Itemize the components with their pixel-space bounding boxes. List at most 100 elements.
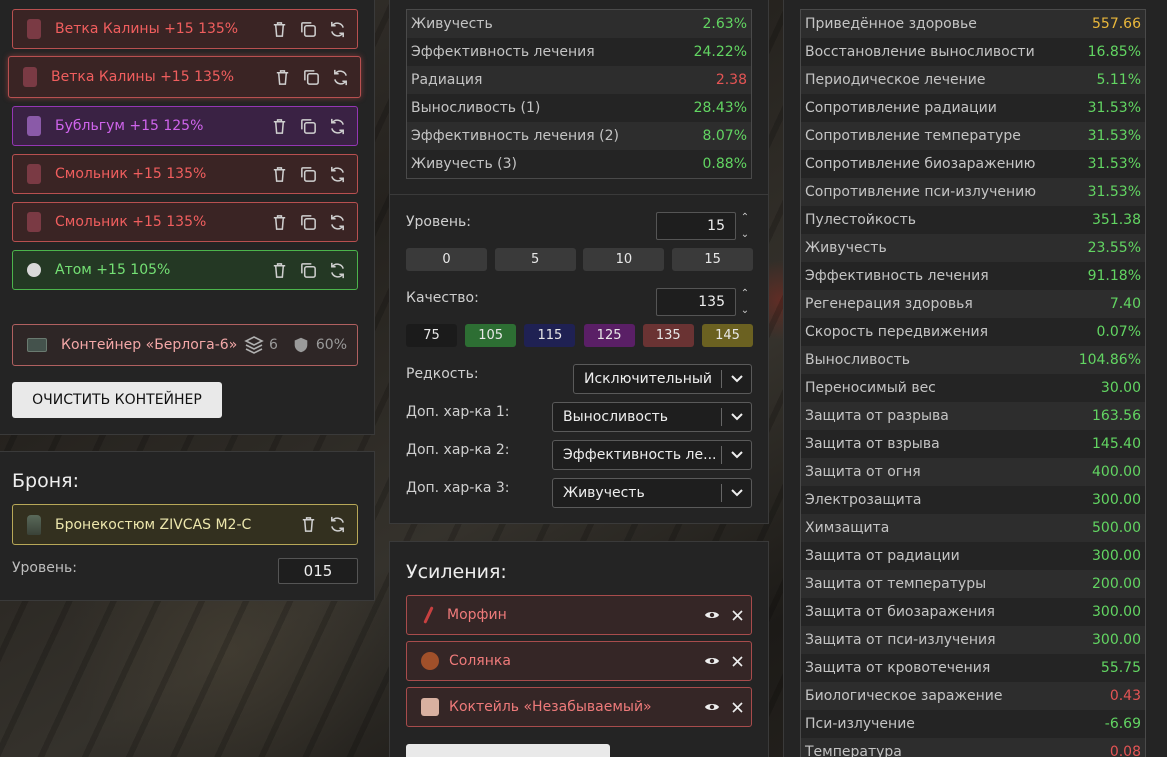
extra1-label: Доп. хар-ка 1: (406, 404, 510, 420)
boost-name: Коктейль «Незабываемый» (449, 699, 652, 715)
copy-icon[interactable] (299, 165, 318, 184)
copy-icon[interactable] (299, 117, 318, 136)
boost-name: Солянка (449, 653, 511, 669)
chevron-down-icon[interactable]: ⌄ (741, 229, 749, 240)
divider (389, 194, 769, 195)
layers-icon: 6 (244, 335, 278, 355)
artifact-name: Смольник +15 135% (55, 214, 207, 230)
refresh-icon[interactable] (328, 213, 347, 232)
trash-icon[interactable] (299, 515, 318, 534)
refresh-icon[interactable] (328, 165, 347, 184)
level-preset-button[interactable]: 15 (672, 248, 754, 271)
quality-preset-button[interactable]: 115 (524, 324, 576, 347)
stat-row: Электрозащита 300.00 (801, 486, 1145, 514)
boost-item[interactable]: Морфин (406, 595, 752, 635)
stat-name: Эффективность лечения (411, 44, 595, 60)
artifact-slot[interactable]: Ветка Калины +15 135% (12, 9, 358, 49)
artifact-slot[interactable]: Смольник +15 135% (12, 154, 358, 194)
level-input[interactable]: 15 (656, 212, 736, 240)
artifact-slot[interactable]: Атом +15 105% (12, 250, 358, 290)
rarity-select[interactable]: Исключительный (573, 364, 752, 394)
stat-name: Электрозащита (805, 492, 922, 508)
chevron-up-icon[interactable]: ⌃ (741, 288, 749, 299)
trash-icon[interactable] (273, 68, 292, 87)
stat-value: 24.22% (693, 44, 747, 60)
extra2-label: Доп. хар-ка 2: (406, 442, 510, 458)
artifact-slot[interactable]: Смольник +15 135% (12, 202, 358, 242)
quality-preset-button[interactable]: 75 (406, 324, 457, 347)
level-preset-button[interactable]: 5 (494, 248, 576, 271)
boost-icon (423, 606, 434, 624)
artifact-slot[interactable]: Ветка Калины +15 135% (8, 56, 361, 98)
stat-value: 31.53% (1087, 184, 1141, 200)
stat-row: Эффективность лечения 91.18% (801, 262, 1145, 290)
stat-value: 300.00 (1092, 632, 1141, 648)
trash-icon[interactable] (270, 261, 289, 280)
quality-preset-button[interactable]: 145 (702, 324, 753, 347)
trash-icon[interactable] (270, 20, 289, 39)
stat-value: 145.40 (1092, 436, 1141, 452)
stat-row: Приведённое здоровье 557.66 (801, 10, 1145, 38)
container-protection: 60% (315, 337, 347, 353)
stat-row: Регенерация здоровья 7.40 (801, 290, 1145, 318)
artifact-name: Ветка Калины +15 135% (51, 69, 235, 85)
copy-icon[interactable] (302, 68, 321, 87)
stat-value: 31.53% (1087, 156, 1141, 172)
chevron-down-icon[interactable]: ⌄ (741, 305, 749, 316)
armor-icon (27, 514, 41, 535)
artifact-name: Смольник +15 135% (55, 166, 207, 182)
rarity-label: Редкость: (406, 366, 479, 382)
stat-row: Сопротивление пси-излучению 31.53% (801, 178, 1145, 206)
level-preset-button[interactable]: 10 (583, 248, 665, 271)
extra3-select[interactable]: Живучесть (552, 478, 752, 508)
eye-icon[interactable] (704, 609, 720, 621)
copy-icon[interactable] (299, 213, 318, 232)
armor-slot[interactable]: Бронекостюм ZIVCAS M2-C (12, 504, 358, 545)
copy-icon[interactable] (299, 261, 318, 280)
level-spinner[interactable]: ⌃ ⌄ (738, 212, 752, 240)
trash-icon[interactable] (270, 117, 289, 136)
stat-name: Радиация (411, 72, 483, 88)
artifact-name: Атом +15 105% (55, 262, 171, 278)
extra2-select[interactable]: Эффективность ле... (552, 440, 752, 470)
stat-name: Периодическое лечение (805, 72, 986, 88)
quality-input[interactable]: 135 (656, 288, 736, 316)
armor-level-input[interactable]: 015 (278, 558, 358, 584)
chevron-up-icon[interactable]: ⌃ (741, 212, 749, 223)
level-preset-button[interactable]: 0 (406, 248, 487, 271)
clear-container-button[interactable]: ОЧИСТИТЬ КОНТЕЙНЕР (12, 382, 222, 418)
eye-icon[interactable] (704, 701, 720, 713)
artifact-slot[interactable]: Бубльгум +15 125% (12, 106, 358, 146)
stat-name: Живучесть (805, 240, 887, 256)
boost-item[interactable]: Коктейль «Незабываемый» (406, 687, 752, 727)
quality-value: 135 (698, 294, 725, 310)
quality-preset-button[interactable]: 135 (642, 324, 694, 347)
refresh-icon[interactable] (328, 261, 347, 280)
close-icon[interactable] (732, 609, 743, 621)
refresh-icon[interactable] (328, 20, 347, 39)
extra1-select[interactable]: Выносливость (552, 402, 752, 432)
close-icon[interactable] (732, 701, 743, 713)
refresh-icon[interactable] (328, 117, 347, 136)
refresh-icon[interactable] (331, 68, 350, 87)
boost-name: Морфин (447, 607, 507, 623)
close-icon[interactable] (732, 655, 743, 667)
stat-value: 500.00 (1092, 520, 1141, 536)
eye-icon[interactable] (704, 655, 720, 667)
quality-preset-button[interactable]: 105 (465, 324, 517, 347)
quality-preset-button[interactable]: 125 (583, 324, 635, 347)
container-name: Контейнер «Берлога-6» (61, 337, 238, 353)
trash-icon[interactable] (270, 165, 289, 184)
stat-name: Защита от взрыва (805, 436, 940, 452)
stat-row: Живучесть (3) 0.88% (407, 150, 751, 178)
boost-item[interactable]: Солянка (406, 641, 752, 681)
trash-icon[interactable] (270, 213, 289, 232)
quality-spinner[interactable]: ⌃ ⌄ (738, 288, 752, 316)
refresh-icon[interactable] (328, 515, 347, 534)
extra1-value: Выносливость (563, 409, 669, 425)
add-boost-button[interactable] (406, 744, 610, 757)
stat-name: Скорость передвижения (805, 324, 988, 340)
artifact-icon (27, 212, 41, 232)
copy-icon[interactable] (299, 20, 318, 39)
container-slot[interactable]: Контейнер «Берлога-6» 6 60% (12, 324, 358, 366)
